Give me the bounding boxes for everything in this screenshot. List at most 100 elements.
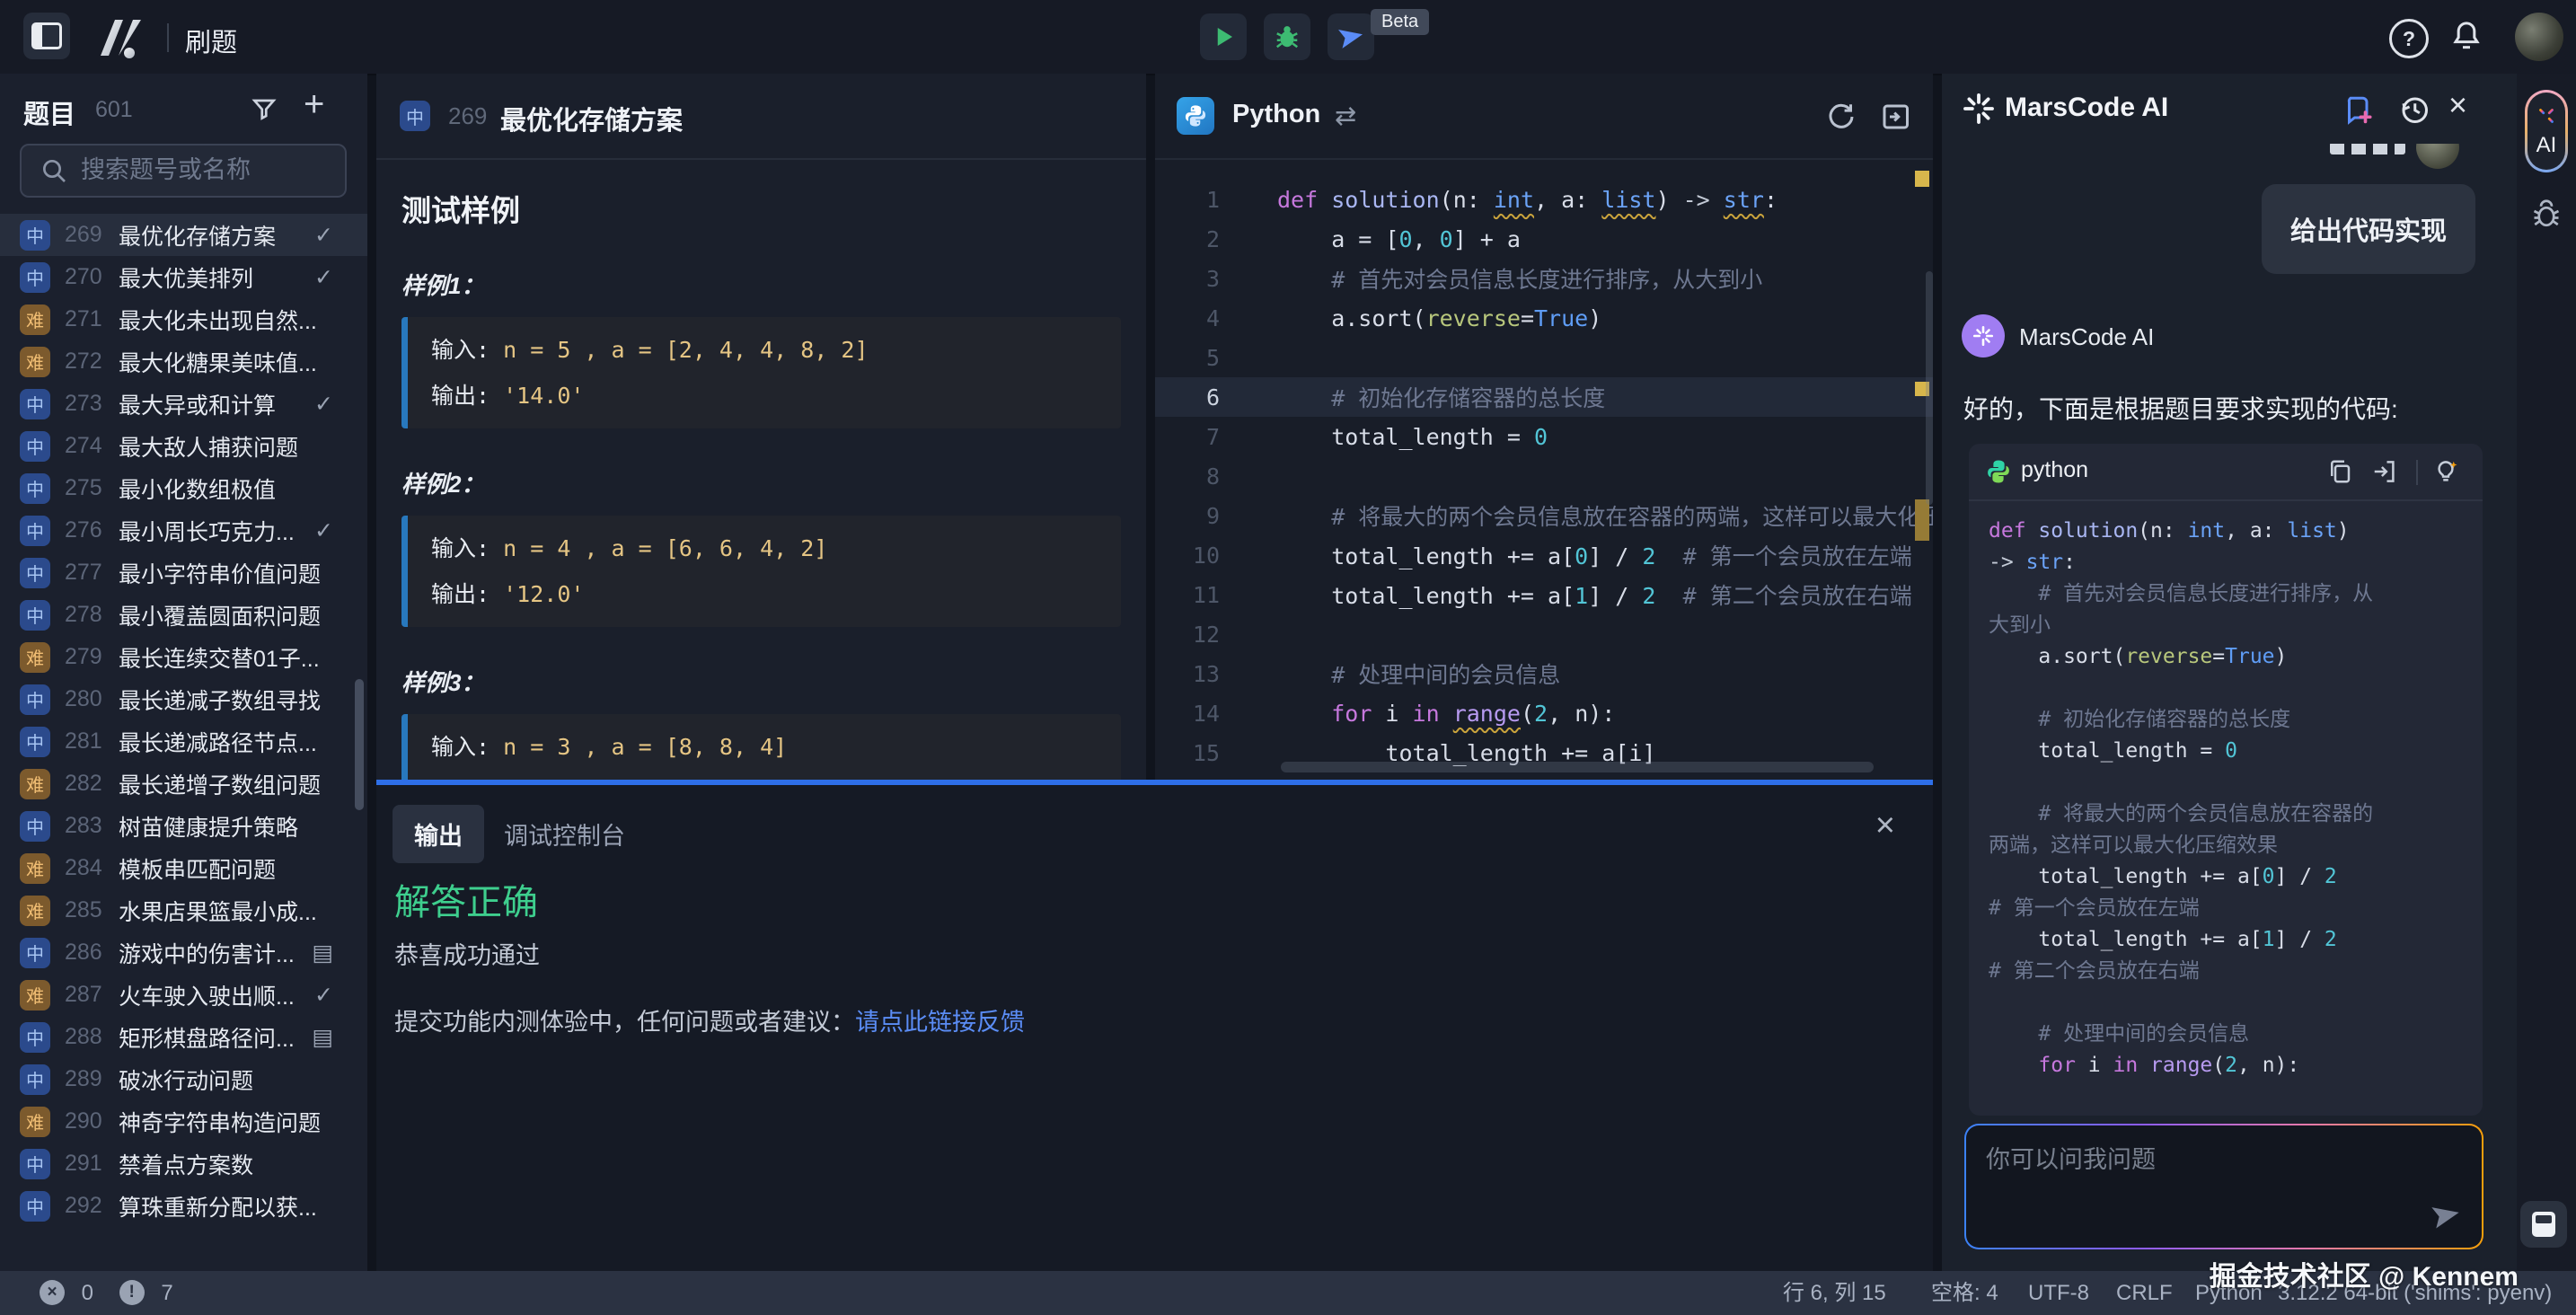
- problem-list-item[interactable]: 中278最小覆盖圆面积问题: [0, 594, 367, 636]
- code-line[interactable]: 11 total_length += a[1] / 2 # 第二个会员放在右端: [1155, 575, 1933, 614]
- run-button[interactable]: [1200, 13, 1247, 60]
- problem-list-item[interactable]: 中286游戏中的伤害计...▤: [0, 931, 367, 974]
- problem-number: 289: [65, 1066, 111, 1092]
- problem-list-item[interactable]: 中276最小周长巧克力...✓: [0, 509, 367, 552]
- code-token: ): [1588, 305, 1601, 331]
- problem-list-item[interactable]: 难287火车驶入驶出顺...✓: [0, 974, 367, 1016]
- code-line[interactable]: 3 # 首先对会员信息长度进行排序，从大到小: [1155, 259, 1933, 298]
- code-token: def: [1989, 519, 2038, 543]
- ai-question-input[interactable]: [1984, 1138, 2410, 1231]
- cursor-position[interactable]: 行 6, 列 15: [1783, 1271, 1886, 1315]
- code-token: [1277, 701, 1331, 727]
- section-title: 测试样例: [401, 187, 1121, 230]
- code-line[interactable]: 4 a.sort(reverse=True): [1155, 298, 1933, 338]
- history-button[interactable]: [2398, 93, 2430, 130]
- help-icon[interactable]: ?: [2389, 19, 2429, 58]
- code-token: 两端，这样可以最大化压缩效果: [1989, 834, 2278, 857]
- send-icon[interactable]: [2430, 1199, 2462, 1231]
- code-line[interactable]: 5: [1155, 338, 1933, 377]
- example-label: 样例3：: [401, 665, 1121, 698]
- insert-code-button[interactable]: [2371, 458, 2398, 490]
- submit-button[interactable]: [1328, 13, 1374, 60]
- tab-debug-console[interactable]: 调试控制台: [504, 816, 625, 852]
- problem-list-item[interactable]: 中283树苗健康提升策略: [0, 805, 367, 847]
- search-input[interactable]: [79, 151, 334, 189]
- problem-list-item[interactable]: 难279最长连续交替01子...: [0, 636, 367, 678]
- problem-title: 最大化未出现自然...: [119, 304, 317, 336]
- tab-output[interactable]: 输出: [393, 805, 484, 863]
- editor-vertical-scrollbar[interactable]: [1926, 271, 1933, 505]
- filter-button[interactable]: [250, 95, 278, 128]
- problem-title: 水果店果篮最小成...: [119, 895, 317, 927]
- problem-list-item[interactable]: 中288矩形棋盘路径问...▤: [0, 1016, 367, 1058]
- difficulty-badge: 难: [20, 1107, 50, 1137]
- code-line[interactable]: 7 total_length = 0: [1155, 417, 1933, 456]
- indent-setting[interactable]: 空格: 4: [1931, 1271, 1998, 1315]
- difficulty-badge: 中: [20, 473, 50, 504]
- errors-indicator[interactable]: × 0 ! 7: [40, 1271, 173, 1315]
- code-line[interactable]: 14 for i in range(2, n):: [1155, 693, 1933, 733]
- problem-list-item[interactable]: 中273最大异或和计算✓: [0, 383, 367, 425]
- examples-container: 样例1：输入: n = 5 , a = [2, 4, 4, 8, 2]输出: '…: [401, 268, 1121, 785]
- problem-list-item[interactable]: 难284模板串匹配问题: [0, 847, 367, 889]
- code-area[interactable]: 1def solution(n: int, a: list) -> str:2 …: [1155, 160, 1933, 772]
- problem-number: 271: [65, 306, 111, 332]
- code-line[interactable]: 13 # 处理中间的会员信息: [1155, 654, 1933, 693]
- nav-brushing-questions[interactable]: 刷题: [185, 22, 237, 59]
- debug-button[interactable]: [1264, 13, 1310, 60]
- problem-list-item[interactable]: 中280最长递减子数组寻找: [0, 678, 367, 720]
- editor-horizontal-scrollbar[interactable]: [1281, 762, 1874, 772]
- marscode-logo[interactable]: [93, 16, 149, 64]
- problem-list-item[interactable]: 难290神奇字符串构造问题: [0, 1100, 367, 1143]
- sidebar-toggle-button[interactable]: [23, 13, 70, 59]
- difficulty-badge: 难: [20, 347, 50, 377]
- close-ai-panel-icon[interactable]: ×: [2448, 86, 2467, 124]
- code-line[interactable]: 9 # 将最大的两个会员信息放在容器的两端，这样可以最大化压缩效果: [1155, 496, 1933, 535]
- problem-list-item[interactable]: 难282最长递增子数组问题: [0, 763, 367, 805]
- search-box[interactable]: [20, 144, 347, 198]
- code-line[interactable]: 2 a = [0, 0] + a: [1155, 219, 1933, 259]
- sidebar-scrollbar[interactable]: [355, 679, 364, 810]
- split-editor-button[interactable]: [1879, 101, 1911, 137]
- explain-code-button[interactable]: [2432, 458, 2459, 490]
- problem-list-item[interactable]: 中281最长递减路径节点...: [0, 720, 367, 763]
- code-token: # 首先对会员信息长度进行排序，从: [1989, 582, 2373, 605]
- ai-input-box[interactable]: [1966, 1125, 2482, 1248]
- code-line[interactable]: 12: [1155, 614, 1933, 654]
- problem-title: 游戏中的伤害计...: [119, 937, 295, 969]
- copy-code-button[interactable]: [2326, 458, 2353, 490]
- add-problem-button[interactable]: +: [304, 84, 324, 125]
- code-line[interactable]: 8: [1155, 456, 1933, 496]
- problem-list-item[interactable]: 中274最大敌人捕获问题: [0, 425, 367, 467]
- problem-number: 278: [65, 602, 111, 628]
- problem-list-item[interactable]: 中275最小化数组极值: [0, 467, 367, 509]
- user-avatar[interactable]: [2515, 13, 2563, 61]
- code-line[interactable]: 10 total_length += a[0] / 2 # 第一个会员放在左端: [1155, 535, 1933, 575]
- panel-toggle-button[interactable]: [2520, 1201, 2567, 1248]
- close-icon[interactable]: ×: [1875, 807, 1895, 845]
- problem-list-item[interactable]: 中292算珠重新分配以获...: [0, 1185, 367, 1227]
- code-line[interactable]: 1def solution(n: int, a: list) -> str:: [1155, 180, 1933, 219]
- debug-tab-button[interactable]: [2530, 198, 2563, 234]
- problem-list-item[interactable]: 中270最大优美排列✓: [0, 256, 367, 298]
- eol-setting[interactable]: CRLF: [2116, 1271, 2173, 1315]
- problem-list-item[interactable]: 难272最大化糖果美味值...: [0, 340, 367, 383]
- problem-list-item[interactable]: 中289破冰行动问题: [0, 1058, 367, 1100]
- problem-title: 最小字符串价值问题: [119, 557, 321, 589]
- ai-tab-button[interactable]: AI: [2525, 90, 2568, 172]
- problem-list-item[interactable]: 中269最优化存储方案✓: [0, 214, 367, 256]
- new-chat-button[interactable]: [2342, 93, 2375, 130]
- check-icon: ✓: [314, 391, 333, 418]
- check-icon: ✓: [314, 222, 333, 249]
- problem-list-item[interactable]: 中291禁着点方案数: [0, 1143, 367, 1185]
- feedback-link[interactable]: 请点此链接反馈: [855, 1009, 1025, 1036]
- language-switch-icon[interactable]: ⇄: [1335, 101, 1356, 132]
- code-line[interactable]: 6 # 初始化存储容器的总长度: [1155, 377, 1933, 417]
- problem-list-item[interactable]: 难285水果店果篮最小成...: [0, 889, 367, 931]
- problem-list-item[interactable]: 难271最大化未出现自然...: [0, 298, 367, 340]
- notifications-button[interactable]: [2448, 18, 2484, 58]
- encoding-setting[interactable]: UTF-8: [2028, 1271, 2089, 1315]
- reset-code-button[interactable]: [1825, 101, 1857, 137]
- ai-code-line: 大到小: [1989, 610, 2463, 641]
- problem-list-item[interactable]: 中277最小字符串价值问题: [0, 552, 367, 594]
